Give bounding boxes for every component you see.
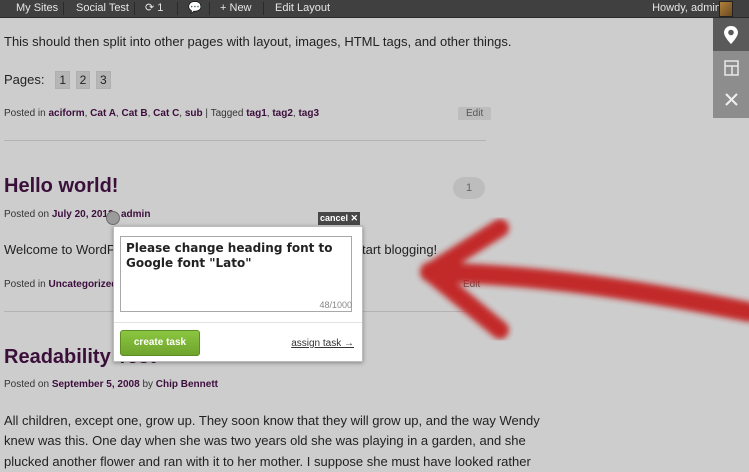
popup-divider [114, 322, 362, 323]
cancel-button[interactable]: cancel ✕ [318, 212, 360, 225]
assign-task-link[interactable]: assign task → [291, 338, 354, 349]
create-task-button[interactable]: create task [120, 330, 200, 356]
annotation-pin-icon[interactable] [106, 211, 120, 225]
task-popup: Please change heading font to Google fon… [113, 226, 363, 362]
character-counter: 48/1000 [319, 300, 352, 310]
task-description-input[interactable]: Please change heading font to Google fon… [120, 236, 352, 312]
